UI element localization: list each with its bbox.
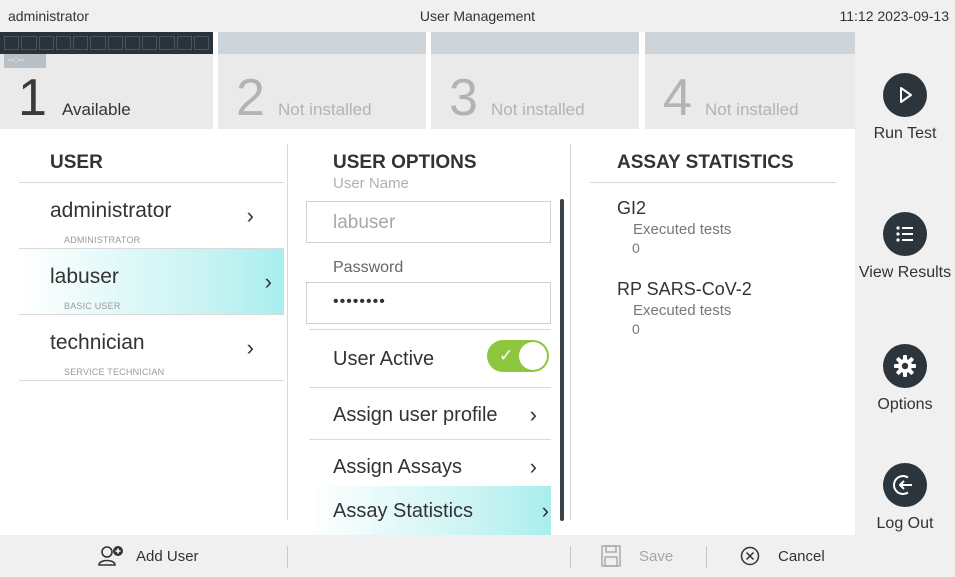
module-4-tile[interactable]: 4 Not installed: [645, 32, 855, 129]
assay-statistics-label: Assay Statistics: [333, 500, 474, 522]
log-out-button[interactable]: Log Out: [855, 463, 955, 533]
module-3-status: Not installed: [491, 100, 585, 119]
chevron-right-icon: ›: [529, 402, 537, 427]
module-1-status: Available: [62, 100, 131, 119]
password-label: Password: [333, 259, 404, 276]
play-icon: [883, 73, 927, 117]
assay-name: GI2: [617, 198, 647, 218]
assay-statistics-row[interactable]: Assay Statistics ›: [309, 486, 551, 536]
list-icon: [883, 212, 927, 256]
user-column-header: USER: [50, 152, 103, 173]
save-button[interactable]: Save: [601, 535, 673, 577]
username-field[interactable]: labuser: [306, 201, 551, 243]
logout-icon: [883, 463, 927, 507]
executed-tests-label: Executed tests: [633, 221, 732, 238]
chevron-right-icon: ›: [529, 454, 537, 479]
user-name: labuser: [50, 265, 119, 288]
user-active-toggle[interactable]: ✓: [487, 340, 549, 372]
user-list-item-labuser[interactable]: labuser BASIC USER ›: [19, 249, 284, 315]
user-name: technician: [50, 331, 145, 354]
module-4-status: Not installed: [705, 100, 799, 119]
cancel-icon: [740, 546, 760, 566]
module-bar: --:-- 1 Available 2 Not installed 3 Not …: [0, 32, 855, 129]
save-icon: [601, 545, 621, 567]
assign-assays-row[interactable]: Assign Assays ›: [309, 440, 551, 492]
module-1-status-strip: [0, 32, 213, 54]
chevron-right-icon: ›: [264, 269, 272, 294]
module-1-timer: --:--: [4, 54, 46, 68]
screen-title: User Management: [419, 8, 536, 24]
user-role: ADMINISTRATOR: [64, 235, 141, 245]
username-label: User Name: [333, 175, 409, 192]
add-user-button[interactable]: Add User: [98, 535, 199, 577]
module-3-tile[interactable]: 3 Not installed: [431, 32, 639, 129]
user-list-item-technician[interactable]: technician SERVICE TECHNICIAN ›: [19, 315, 284, 381]
assign-assays-label: Assign Assays: [333, 456, 462, 478]
user-list-item-administrator[interactable]: administrator ADMINISTRATOR ›: [19, 183, 284, 249]
options-scrollbar[interactable]: [560, 199, 564, 521]
user-role: BASIC USER: [64, 301, 121, 311]
run-test-button[interactable]: Run Test: [855, 73, 955, 143]
module-2-status: Not installed: [278, 100, 372, 119]
user-name: administrator: [50, 199, 172, 222]
user-options-header: USER OPTIONS: [333, 152, 477, 173]
executed-tests-label: Executed tests: [633, 302, 732, 319]
password-field[interactable]: ••••••••: [306, 282, 551, 324]
chevron-right-icon: ›: [246, 203, 254, 228]
module-1-tile[interactable]: --:-- 1 Available: [0, 32, 213, 129]
bottom-action-bar: Add User Save Cancel: [0, 535, 855, 577]
assign-user-profile-label: Assign user profile: [333, 404, 498, 426]
assign-user-profile-row[interactable]: Assign user profile ›: [309, 388, 551, 440]
assay-statistics-header: ASSAY STATISTICS: [617, 152, 794, 173]
right-sidebar: Run Test View Results Options Log Out: [855, 32, 955, 577]
add-user-icon: [98, 545, 124, 567]
top-status-bar: administrator User Management 11:12 2023…: [0, 0, 955, 32]
chevron-right-icon: ›: [246, 335, 254, 360]
executed-tests-count: 0: [632, 321, 640, 337]
assay-name: RP SARS-CoV-2: [617, 279, 752, 299]
executed-tests-count: 0: [632, 240, 640, 256]
module-1-number: 1: [18, 69, 47, 127]
module-4-number: 4: [663, 69, 692, 127]
date-time: 11:12 2023-09-13: [839, 8, 950, 24]
user-active-label: User Active: [333, 348, 435, 370]
chevron-right-icon: ›: [541, 498, 549, 523]
module-2-number: 2: [236, 69, 265, 127]
module-2-tile[interactable]: 2 Not installed: [218, 32, 426, 129]
options-button[interactable]: Options: [855, 344, 955, 414]
main-panel: USER administrator ADMINISTRATOR › labus…: [0, 129, 855, 536]
user-role: SERVICE TECHNICIAN: [64, 367, 165, 377]
cancel-button[interactable]: Cancel: [740, 535, 825, 577]
view-results-button[interactable]: View Results: [855, 212, 955, 282]
module-3-number: 3: [449, 69, 478, 127]
gear-icon: [883, 344, 927, 388]
checkmark-icon: ✓: [499, 346, 514, 365]
